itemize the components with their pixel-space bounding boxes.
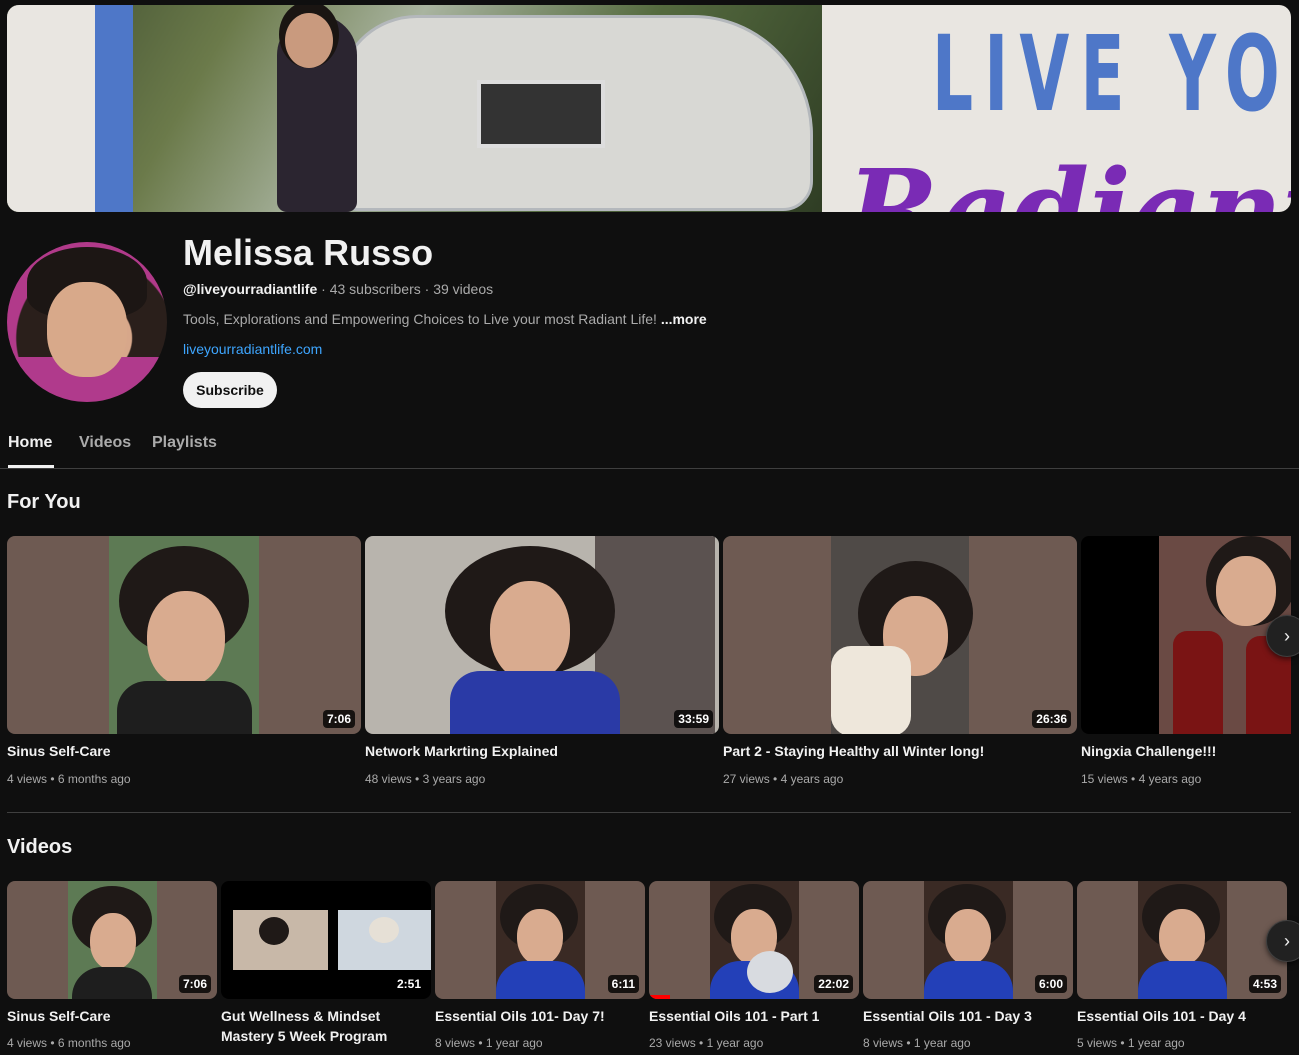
video-thumbnail[interactable]: 22:02 [649,881,859,999]
video-meta: 23 views • 1 year ago [649,1036,764,1050]
video-thumbnail[interactable] [1081,536,1291,734]
video-duration: 26:36 [1032,710,1071,728]
more-link[interactable]: ...more [661,311,707,327]
video-duration: 33:59 [674,710,713,728]
video-meta: 15 views • 4 years ago [1081,772,1202,786]
video-meta: 8 views • 1 year ago [863,1036,971,1050]
video-title[interactable]: Essential Oils 101 - Day 3 [863,1006,1073,1026]
section-title-videos: Videos [7,836,73,858]
channel-handle: @liveyourradiantlife [183,281,318,297]
subscribe-button[interactable]: Subscribe [183,372,277,408]
video-duration: 2:51 [392,975,425,993]
video-meta: 27 views • 4 years ago [723,772,844,786]
tab-home[interactable]: Home [8,434,52,452]
video-meta: 8 views • 1 year ago [435,1036,543,1050]
video-duration: 7:06 [178,975,211,993]
video-title[interactable]: Essential Oils 101- Day 7! [435,1006,645,1026]
channel-website-link[interactable]: liveyourradiantlife.com [183,341,322,357]
video-thumbnail[interactable]: 7:06 [7,536,361,734]
banner-text-line2: Radiant [847,145,1291,212]
video-thumbnail[interactable]: 7:06 [7,881,217,999]
video-title[interactable]: Essential Oils 101 - Part 1 [649,1006,859,1026]
video-duration: 6:00 [1034,975,1067,993]
section-title-for-you: For You [7,491,81,513]
channel-tabs: Home Videos Playlists [0,425,1299,469]
video-title[interactable]: Sinus Self-Care [7,741,361,761]
video-duration: 22:02 [814,975,853,993]
video-title[interactable]: Network Markrting Explained [365,741,719,761]
video-thumbnail[interactable]: 26:36 [723,536,1077,734]
channel-avatar[interactable] [7,242,167,402]
section-divider [7,812,1291,813]
tab-videos[interactable]: Videos [79,434,131,452]
video-thumbnail[interactable]: 2:51 [221,881,431,999]
video-title[interactable]: Gut Wellness & Mindset Mastery 5 Week Pr… [221,1006,421,1046]
channel-banner: LIVE YO Radiant [7,5,1291,212]
video-thumbnail[interactable]: 6:00 [863,881,1073,999]
video-meta: 4 views • 6 months ago [7,1036,131,1050]
video-meta: 4 views • 6 months ago [7,772,131,786]
video-title[interactable]: Essential Oils 101 - Day 4 [1077,1006,1287,1026]
video-thumbnail[interactable]: 4:53 [1077,881,1287,999]
video-duration: 4:53 [1248,975,1281,993]
video-thumbnail[interactable]: 33:59 [365,536,719,734]
video-meta: 48 views • 3 years ago [365,772,486,786]
video-thumbnail[interactable]: 6:11 [435,881,645,999]
tab-playlists[interactable]: Playlists [152,434,217,452]
channel-name: Melissa Russo [183,232,434,273]
channel-description[interactable]: Tools, Explorations and Empowering Choic… [183,311,707,327]
video-duration: 7:06 [322,710,355,728]
video-count: 39 videos [433,281,494,297]
active-tab-indicator [8,465,54,468]
subscriber-count: 43 subscribers [329,281,421,297]
banner-text-line1: LIVE YO [932,13,1291,135]
video-title[interactable]: Sinus Self-Care [7,1006,217,1026]
video-duration: 6:11 [607,975,639,993]
video-title[interactable]: Part 2 - Staying Healthy all Winter long… [723,741,1077,761]
video-meta: 5 views • 1 year ago [1077,1036,1185,1050]
channel-meta: @liveyourradiantlife · 43 subscribers · … [183,281,494,297]
video-title[interactable]: Ningxia Challenge!!! [1081,741,1291,761]
watch-progress-bar [649,995,670,999]
